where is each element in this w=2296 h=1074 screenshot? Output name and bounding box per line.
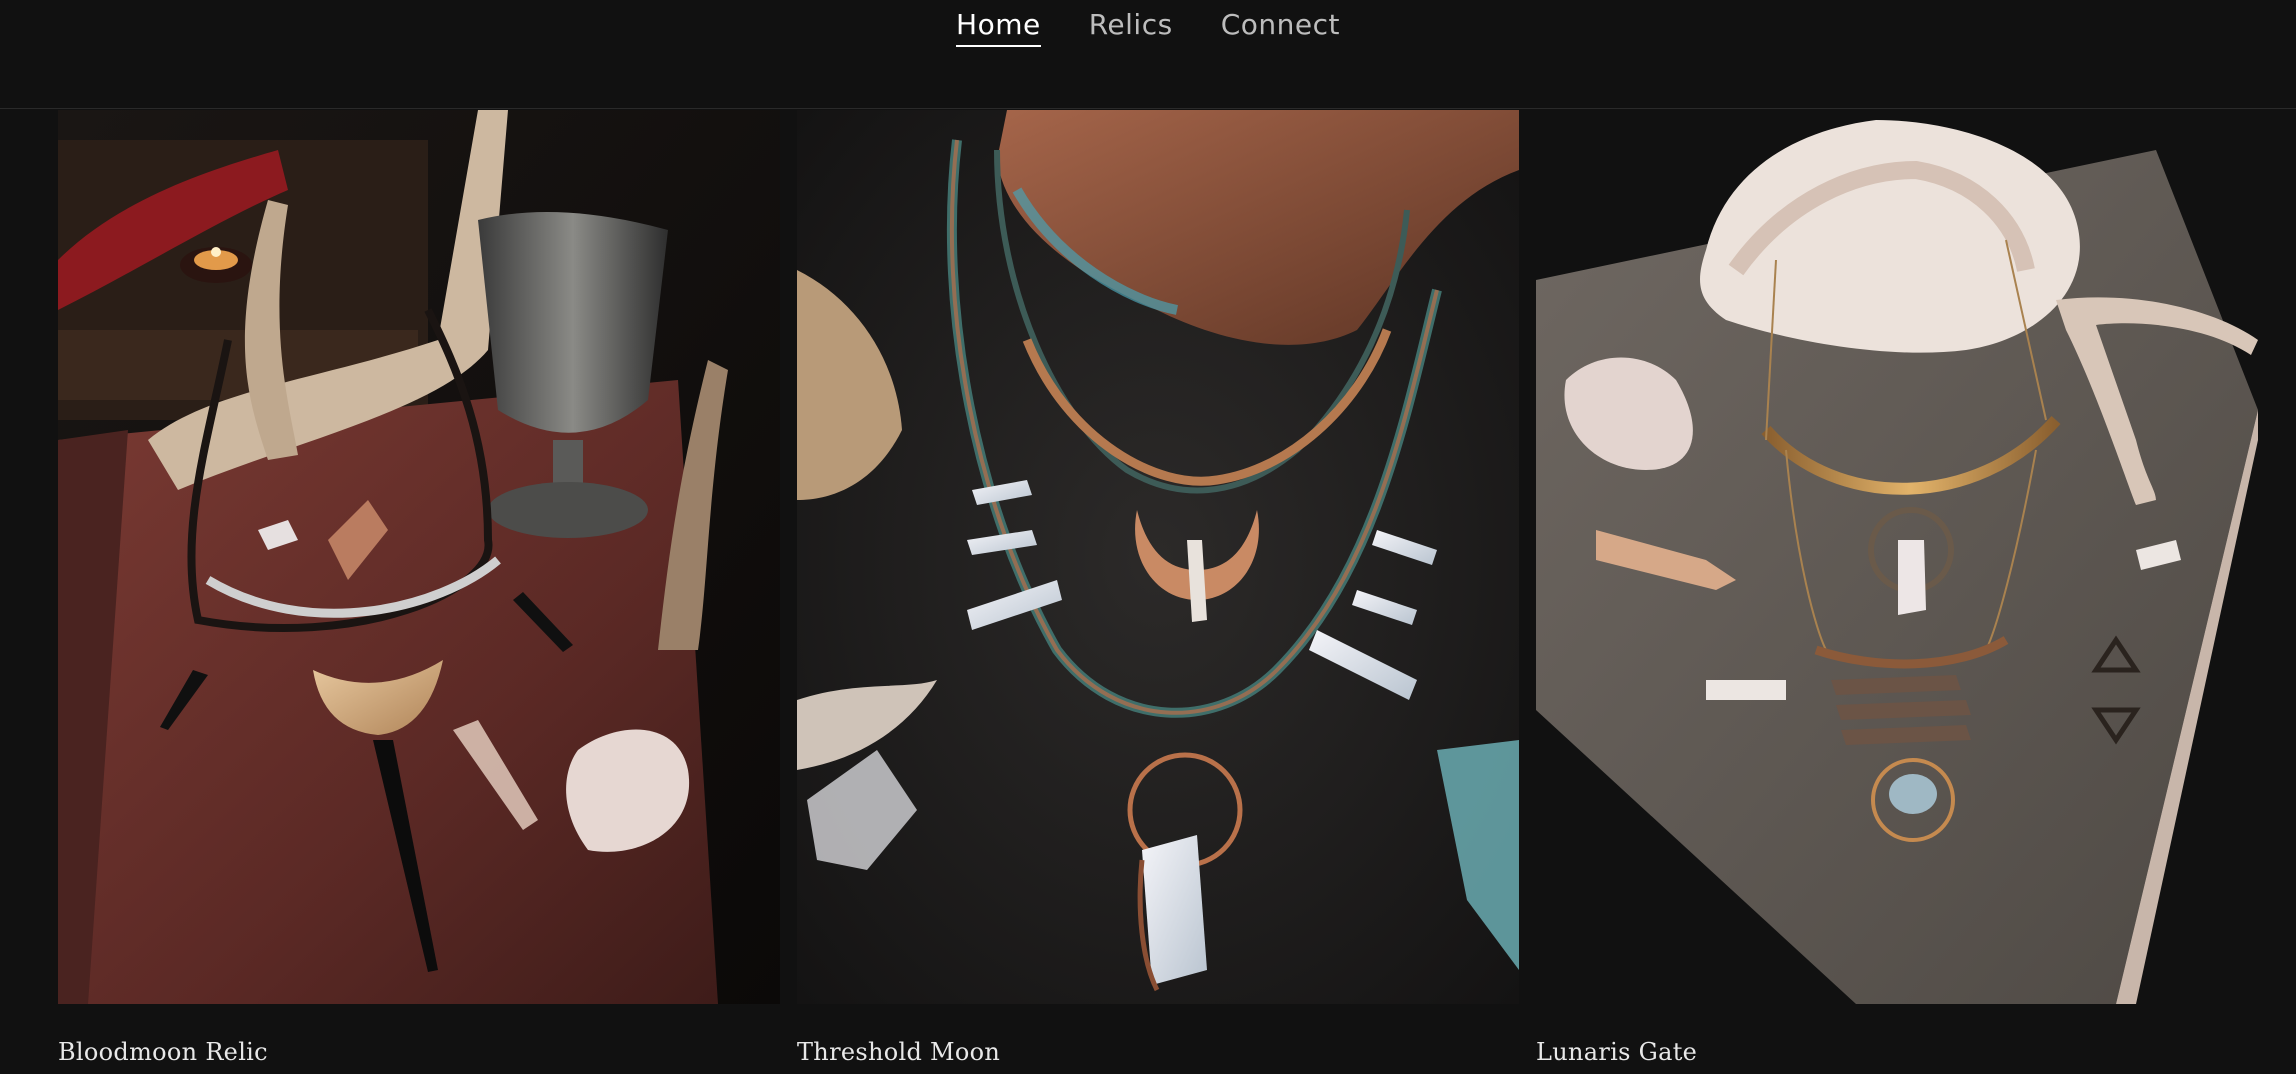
main-nav: Home Relics Connect — [0, 8, 2296, 47]
product-image-lunaris-gate[interactable] — [1536, 110, 2258, 1004]
nav-home-link[interactable]: Home — [956, 8, 1041, 47]
product-image-threshold-moon[interactable] — [797, 110, 1519, 1004]
product-title-threshold-moon[interactable]: Threshold Moon — [797, 1038, 1000, 1066]
product-gallery: Bloodmoon Relic Threshold Moon Lunaris G… — [58, 110, 2258, 1074]
necklace-photo — [58, 110, 780, 1004]
product-image-bloodmoon-relic[interactable] — [58, 110, 780, 1004]
product-card-bloodmoon-relic: Bloodmoon Relic — [58, 110, 780, 1074]
product-title-lunaris-gate[interactable]: Lunaris Gate — [1536, 1038, 1697, 1066]
product-card-lunaris-gate: Lunaris Gate — [1536, 110, 2258, 1074]
site-header: Home Relics Connect — [0, 0, 2296, 109]
necklace-photo — [1536, 110, 2258, 1004]
product-card-threshold-moon: Threshold Moon — [797, 110, 1519, 1074]
product-title-bloodmoon-relic[interactable]: Bloodmoon Relic — [58, 1038, 268, 1066]
nav-connect-link[interactable]: Connect — [1221, 8, 1340, 47]
necklace-photo — [797, 110, 1519, 1004]
nav-relics-link[interactable]: Relics — [1089, 8, 1173, 47]
